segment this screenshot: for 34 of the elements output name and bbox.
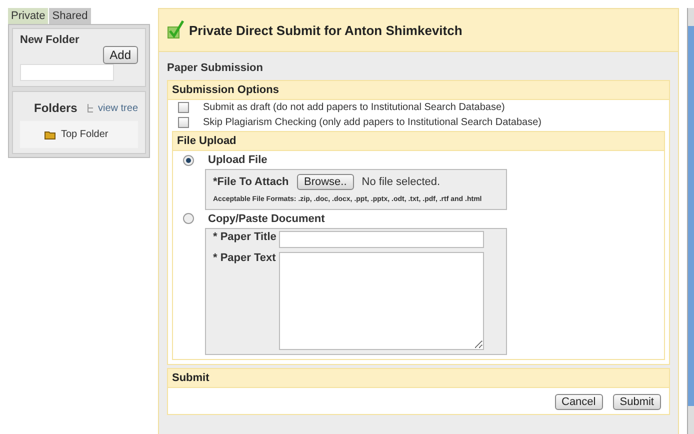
field-label: *File To Attach	[213, 176, 289, 188]
checkbox-label: Submit as draft (do not add papers to Institutional Search Database)	[203, 102, 505, 113]
folder-item[interactable]: Top Folder	[20, 121, 138, 148]
field-label: * Paper Title	[213, 230, 278, 245]
section-header: Submission Options	[168, 81, 669, 100]
radio-label: Copy/Paste Document	[208, 212, 325, 225]
paper-text-field[interactable]	[279, 252, 484, 350]
paper-title-field[interactable]	[279, 230, 484, 248]
add-button[interactable]: Add	[102, 46, 138, 64]
sidebar-tab[interactable]: Shared	[49, 8, 91, 24]
file-status: No file selected.	[362, 176, 440, 188]
section-header: Submit	[168, 368, 669, 388]
view-tree-link[interactable]: view tree	[98, 102, 138, 114]
folders-heading: Folders	[34, 101, 78, 115]
folder-name-field[interactable]	[20, 64, 114, 81]
section-header: File Upload	[173, 132, 664, 151]
checkbox[interactable]	[178, 102, 189, 113]
page-title: Private Direct Submit for Anton Shimkevitch	[189, 22, 462, 38]
cancel-button[interactable]: Cancel	[554, 394, 603, 410]
folder-icon	[44, 129, 56, 140]
browse-button[interactable]: Browse..	[297, 174, 354, 190]
submit-button[interactable]: Submit	[612, 394, 661, 410]
new-folder-label: New Folder	[20, 34, 80, 46]
checkbox[interactable]	[178, 117, 189, 128]
sidebar-tab[interactable]: Private	[8, 8, 48, 24]
radio-button[interactable]	[183, 213, 194, 224]
field-label: * Paper Text	[213, 252, 277, 266]
radio-button[interactable]	[183, 154, 194, 166]
section-title: Paper Submission	[167, 62, 264, 74]
tree-icon	[86, 104, 94, 112]
radio-label: Upload File	[208, 154, 268, 166]
scrollbar[interactable]	[687, 8, 694, 434]
checkmark-icon	[167, 20, 185, 40]
checkbox-label: Skip Plagiarism Checking (only add papers to Institutional Search Database)	[203, 117, 542, 128]
